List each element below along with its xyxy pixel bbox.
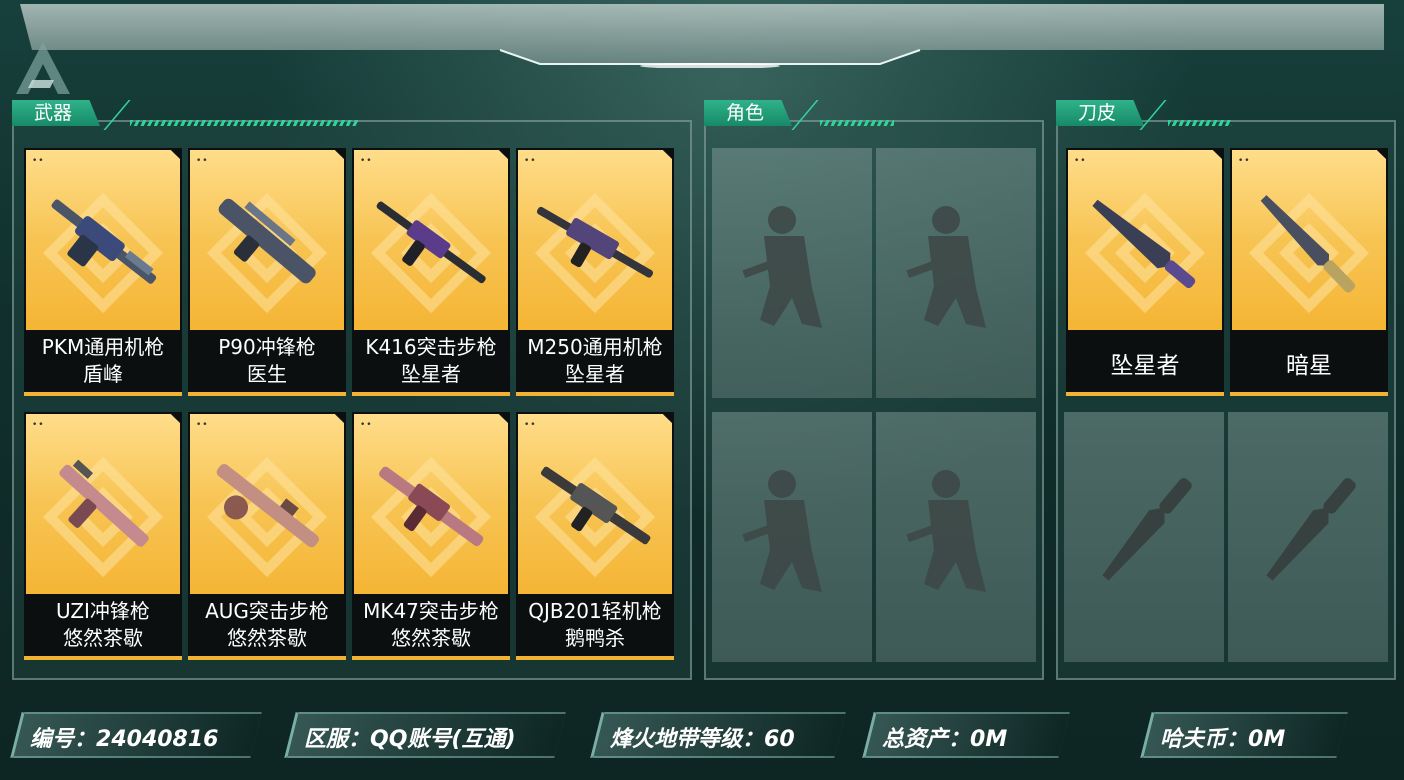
soldier-silhouette-icon <box>742 206 822 328</box>
weapon-card-pkm[interactable]: •• PKM通用机枪 盾峰 <box>24 148 182 396</box>
rarity-bar <box>24 656 182 660</box>
rarity-bar <box>188 392 346 396</box>
game-logo <box>14 40 72 96</box>
card-art: •• <box>354 150 508 330</box>
haf-coin-text: 哈夫币：0M <box>1160 727 1286 752</box>
level-info: 烽火地带等级：60 <box>590 712 846 758</box>
total-assets: 总资产：0M <box>862 712 1070 758</box>
machine-gun-icon <box>540 466 651 545</box>
soldier-silhouette-icon <box>742 470 822 592</box>
soldier-silhouette-icon <box>906 206 986 328</box>
knife-icon <box>1092 199 1196 289</box>
card-art: •• <box>1232 150 1386 330</box>
weapon-card-k416[interactable]: •• K416突击步枪 坠星者 <box>352 148 510 396</box>
knife-label: 坠星者 <box>1110 353 1180 379</box>
dots-icon: •• <box>32 156 45 166</box>
knife-icon <box>1260 195 1356 293</box>
card-art: •• <box>354 414 508 594</box>
weapons-title: 武器 <box>12 100 101 126</box>
card-art: •• <box>190 414 344 594</box>
rarity-bar <box>516 656 674 660</box>
rifle-icon <box>216 463 319 548</box>
dots-icon: •• <box>1074 156 1087 166</box>
account-id-text: 编号：24040816 <box>30 727 219 752</box>
weapon-label: PKM通用机枪 盾峰 <box>41 335 165 386</box>
server-info: 区服：QQ账号(互通) <box>284 712 570 758</box>
weapon-label: K416突击步枪 坠星者 <box>365 335 497 386</box>
weapon-label: AUG突击步枪 悠然茶歇 <box>205 599 329 650</box>
knife-label: 暗星 <box>1286 353 1332 379</box>
rarity-bar <box>1230 392 1388 396</box>
weapon-label: P90冲锋枪 医生 <box>218 335 316 386</box>
characters-header: 角色 <box>704 100 904 130</box>
rarity-bar <box>24 392 182 396</box>
rifle-icon <box>376 201 486 284</box>
knife-slot[interactable] <box>1228 412 1388 662</box>
knife-silhouette-icon <box>1266 478 1356 581</box>
card-art: •• <box>26 150 180 330</box>
header-stripes <box>1168 120 1232 126</box>
card-art: •• <box>190 150 344 330</box>
smg-icon <box>59 459 149 547</box>
header-stripes <box>820 120 894 126</box>
dots-icon: •• <box>524 420 537 430</box>
server-info-text: 区服：QQ账号(互通) <box>304 727 516 752</box>
card-art: •• <box>1068 150 1222 330</box>
card-art: •• <box>518 150 672 330</box>
total-assets-text: 总资产：0M <box>882 727 1008 752</box>
knife-skins-title: 刀皮 <box>1056 100 1145 126</box>
rarity-bar <box>1066 392 1224 396</box>
dots-icon: •• <box>1238 156 1251 166</box>
weapon-card-aug[interactable]: •• AUG突击步枪 悠然茶歇 <box>188 412 346 660</box>
card-art: •• <box>518 414 672 594</box>
dots-icon: •• <box>32 420 45 430</box>
dots-icon: •• <box>196 156 209 166</box>
rarity-bar <box>352 656 510 660</box>
weapon-label: UZI冲锋枪 悠然茶歇 <box>56 599 150 650</box>
rifle-icon <box>379 466 484 547</box>
knife-silhouette-icon <box>1102 478 1192 581</box>
rarity-bar <box>352 392 510 396</box>
weapon-card-mk47[interactable]: •• MK47突击步枪 悠然茶歇 <box>352 412 510 660</box>
character-slot[interactable] <box>712 412 872 662</box>
weapons-header: 武器 <box>12 100 372 130</box>
weapon-label: M250通用机枪 坠星者 <box>527 335 663 386</box>
dots-icon: •• <box>524 156 537 166</box>
knife-card-dark-star[interactable]: •• 暗星 <box>1230 148 1388 396</box>
rarity-bar <box>188 656 346 660</box>
knife-card-fallen-star[interactable]: •• 坠星者 <box>1066 148 1224 396</box>
rarity-bar <box>516 392 674 396</box>
weapon-card-p90[interactable]: •• P90冲锋枪 医生 <box>188 148 346 396</box>
dots-icon: •• <box>360 420 373 430</box>
header-stripes <box>130 120 358 126</box>
machine-gun-icon <box>536 206 654 278</box>
character-slot[interactable] <box>876 148 1036 398</box>
character-slot[interactable] <box>876 412 1036 662</box>
weapon-card-m250[interactable]: •• M250通用机枪 坠星者 <box>516 148 674 396</box>
machine-gun-icon <box>51 199 157 284</box>
card-art: •• <box>26 414 180 594</box>
dots-icon: •• <box>360 156 373 166</box>
top-bar <box>20 4 1384 68</box>
header-accent <box>103 100 131 130</box>
character-slot[interactable] <box>712 148 872 398</box>
weapon-label: QJB201轻机枪 鹅鸭杀 <box>528 599 662 650</box>
characters-title: 角色 <box>704 100 793 126</box>
weapon-label: MK47突击步枪 悠然茶歇 <box>363 599 499 650</box>
weapon-card-uzi[interactable]: •• UZI冲锋枪 悠然茶歇 <box>24 412 182 660</box>
knife-slot[interactable] <box>1064 412 1224 662</box>
dots-icon: •• <box>196 420 209 430</box>
header-accent <box>1139 100 1167 130</box>
weapon-card-qjb201[interactable]: •• QJB201轻机枪 鹅鸭杀 <box>516 412 674 660</box>
smg-icon <box>218 198 316 284</box>
knife-skins-header: 刀皮 <box>1056 100 1246 130</box>
haf-coin: 哈夫币：0M <box>1140 712 1348 758</box>
account-id: 编号：24040816 <box>10 712 266 758</box>
header-accent <box>791 100 819 130</box>
soldier-silhouette-icon <box>906 470 986 592</box>
level-info-text: 烽火地带等级：60 <box>610 727 795 752</box>
